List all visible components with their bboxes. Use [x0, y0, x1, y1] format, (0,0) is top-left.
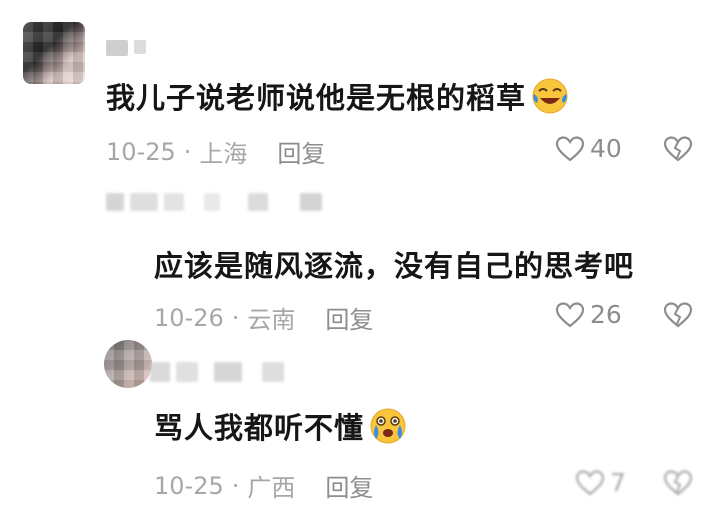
dislike-button[interactable]: [663, 302, 693, 332]
meta-separator: ·: [183, 137, 192, 166]
like-button[interactable]: 26: [556, 300, 622, 329]
broken-heart-icon: [663, 136, 693, 162]
comment-meta: 10-25 · 上海 回复: [106, 134, 325, 169]
reply-button[interactable]: 回复: [277, 134, 325, 169]
comment-location: 上海: [199, 140, 248, 168]
meta-separator: ·: [231, 303, 240, 332]
reply-button[interactable]: 回复: [325, 300, 373, 335]
dislike-button[interactable]: [663, 136, 693, 166]
heart-icon: [576, 469, 604, 495]
heart-icon: [556, 301, 584, 327]
username-redacted[interactable]: [150, 362, 284, 382]
comment-date: 10-26: [154, 303, 224, 332]
comment-date: 10-25: [154, 471, 224, 500]
laugh-cry-emoji-icon: [532, 78, 568, 114]
comment-meta: 10-25 · 广西 回复: [154, 468, 373, 503]
crying-emoji-icon: [370, 408, 406, 444]
avatar[interactable]: [104, 340, 152, 388]
comment-location: 云南: [247, 306, 296, 334]
username-redacted[interactable]: [106, 193, 322, 211]
meta-separator: ·: [231, 471, 240, 500]
comment-text: 应该是随风逐流，没有自己的思考吧: [154, 249, 635, 283]
like-count: 7: [610, 468, 626, 497]
comment-date: 10-25: [106, 137, 176, 166]
broken-heart-icon: [663, 470, 693, 496]
avatar[interactable]: [23, 22, 85, 84]
username-redacted[interactable]: [106, 40, 146, 56]
heart-icon: [556, 135, 584, 161]
like-button[interactable]: 40: [556, 134, 622, 163]
comment-location: 广西: [247, 474, 296, 502]
broken-heart-icon: [663, 302, 693, 328]
reply-button[interactable]: 回复: [325, 468, 373, 503]
like-button[interactable]: 7: [576, 468, 626, 497]
like-count: 26: [590, 300, 622, 329]
like-count: 40: [590, 134, 622, 163]
comment-text: 我儿子说老师说他是无根的稻草: [106, 75, 570, 117]
comment-meta: 10-26 · 云南 回复: [154, 300, 373, 335]
comment-text: 骂人我都听不懂: [154, 405, 408, 447]
dislike-button[interactable]: [663, 470, 693, 500]
